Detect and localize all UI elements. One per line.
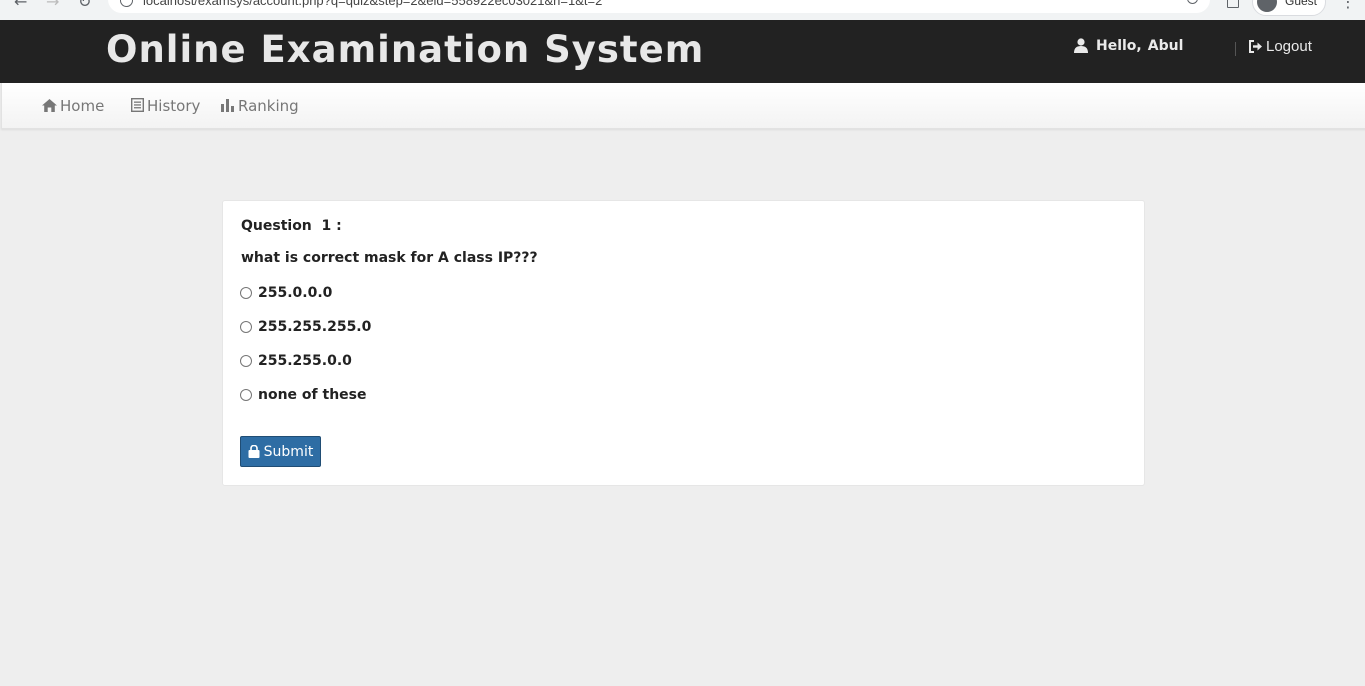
reload-icon[interactable]: ↻: [78, 0, 91, 11]
extension-icon[interactable]: [1227, 0, 1239, 8]
lock-icon: [248, 445, 260, 458]
greeting-label: Hello,: [1096, 38, 1142, 54]
question-number: Question 1 :: [241, 218, 342, 234]
bar-chart-icon: [221, 99, 234, 112]
home-icon: [42, 99, 57, 112]
answer-option[interactable]: none of these: [240, 386, 367, 404]
nav-label-ranking: Ranking: [238, 97, 299, 115]
app-title: Online Examination System: [106, 28, 705, 71]
submit-button[interactable]: Submit: [240, 436, 321, 467]
user-name: Abul: [1147, 38, 1184, 54]
list-icon: [130, 97, 145, 113]
nav-label-history: History: [147, 97, 201, 115]
profile-label: Guest: [1285, 0, 1318, 8]
nav-label-home: Home: [60, 97, 105, 115]
answer-option[interactable]: 255.0.0.0: [240, 284, 332, 302]
radio-button[interactable]: [240, 389, 252, 401]
question-text: what is correct mask for A class IP???: [241, 250, 538, 266]
avatar-icon: [1257, 0, 1277, 12]
submit-label: Submit: [263, 443, 314, 460]
user-icon: [1074, 38, 1088, 53]
browser-toolbar: ← → ↻ localhost/examsys/account.php?q=qu…: [0, 0, 1365, 21]
user-greeting: Hello, Abul: [1074, 38, 1183, 58]
app-header: Online Examination System Hello, Abul Log…: [0, 20, 1365, 83]
answer-option[interactable]: 255.255.0.0: [240, 352, 352, 370]
option-label: 255.255.255.0: [258, 319, 372, 335]
header-divider: [1235, 42, 1236, 56]
kebab-menu-icon[interactable]: ⋮: [1340, 0, 1356, 11]
radio-button[interactable]: [240, 321, 252, 333]
option-label: 255.255.0.0: [258, 353, 352, 369]
option-label: 255.0.0.0: [258, 285, 333, 301]
profile-button[interactable]: Guest: [1252, 0, 1326, 16]
radio-button[interactable]: [240, 287, 252, 299]
nav-item-history[interactable]: History: [130, 97, 201, 115]
back-arrow-icon[interactable]: ←: [14, 0, 27, 11]
nav-item-ranking[interactable]: Ranking: [221, 97, 299, 115]
logout-link[interactable]: Logout: [1248, 38, 1312, 55]
option-label: none of these: [258, 387, 367, 403]
radio-button[interactable]: [240, 355, 252, 367]
logout-label: Logout: [1266, 38, 1312, 55]
forward-arrow-icon[interactable]: →: [46, 0, 59, 11]
answer-option[interactable]: 255.255.255.0: [240, 318, 371, 336]
logout-icon: [1249, 40, 1262, 53]
question-panel: Question 1 : what is correct mask for A …: [222, 200, 1145, 486]
url-text[interactable]: localhost/examsys/account.php?q=quiz&ste…: [143, 0, 602, 8]
nav-item-home[interactable]: Home: [42, 97, 104, 115]
nav-bar: Home History Ranking: [1, 83, 1365, 129]
